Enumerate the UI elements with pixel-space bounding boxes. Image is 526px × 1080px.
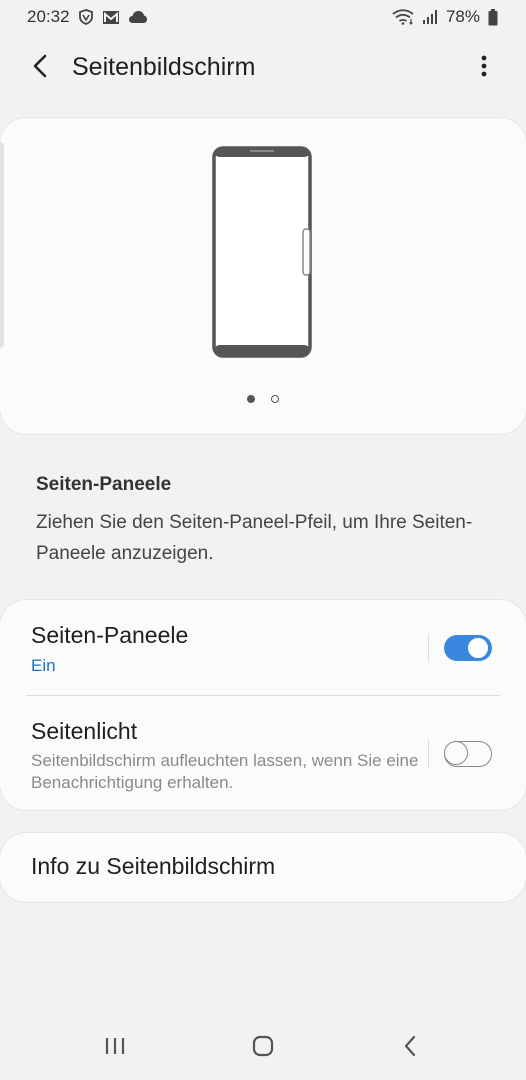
recents-icon	[104, 1036, 126, 1061]
divider-vertical	[428, 740, 429, 768]
toggle-knob	[444, 741, 468, 765]
status-bar: 20:32 78%	[0, 0, 526, 34]
battery-icon	[488, 8, 498, 26]
settings-card: Seiten-Paneele Ein Seitenlicht Seitenbil…	[0, 600, 526, 810]
status-bar-right: 78%	[392, 7, 498, 27]
description-text: Ziehen Sie den Seiten-Paneel-Pfeil, um I…	[36, 512, 473, 564]
info-card[interactable]: Info zu Seitenbildschirm	[0, 833, 526, 902]
wifi-icon	[392, 9, 414, 25]
back-arrow-icon	[32, 54, 48, 83]
shield-icon	[78, 9, 94, 25]
back-button[interactable]	[24, 52, 56, 84]
divider-vertical	[428, 634, 429, 662]
cloud-icon	[128, 10, 148, 24]
more-vertical-icon	[481, 55, 487, 82]
seiten-paneele-title[interactable]: Seiten-Paneele	[31, 622, 188, 649]
seiten-paneele-status: Ein	[31, 656, 56, 675]
page-dot-1[interactable]	[247, 395, 255, 403]
seiten-paneele-toggle[interactable]	[444, 635, 492, 661]
battery-percent: 78%	[445, 7, 480, 26]
more-options-button[interactable]	[470, 52, 498, 84]
status-bar-left: 20:32	[27, 7, 148, 27]
app-bar: Seitenbildschirm	[0, 40, 526, 96]
navigation-bar	[0, 1020, 526, 1076]
description-title: Seiten-Paneele	[36, 474, 172, 495]
status-time: 20:32	[27, 7, 70, 26]
recents-button[interactable]	[95, 1034, 135, 1062]
info-label[interactable]: Info zu Seitenbildschirm	[31, 853, 275, 880]
nav-back-button[interactable]	[390, 1034, 430, 1062]
seitenlicht-toggle[interactable]	[444, 741, 492, 767]
home-button[interactable]	[243, 1034, 283, 1062]
phone-edge-panel-illustration	[212, 146, 314, 365]
page-title: Seitenbildschirm	[72, 53, 256, 81]
seitenlicht-title[interactable]: Seitenlicht	[31, 718, 137, 745]
row-divider	[26, 695, 500, 696]
back-icon	[403, 1035, 417, 1062]
signal-icon	[422, 9, 438, 25]
page-dot-2[interactable]	[271, 395, 279, 403]
toggle-knob	[466, 636, 490, 660]
home-icon	[252, 1035, 274, 1062]
page-indicator	[0, 395, 526, 403]
gmail-icon	[102, 10, 120, 25]
seitenlicht-description: Seitenbildschirm aufleuchten lassen, wen…	[31, 751, 419, 792]
previous-preview-peek[interactable]	[0, 142, 4, 348]
